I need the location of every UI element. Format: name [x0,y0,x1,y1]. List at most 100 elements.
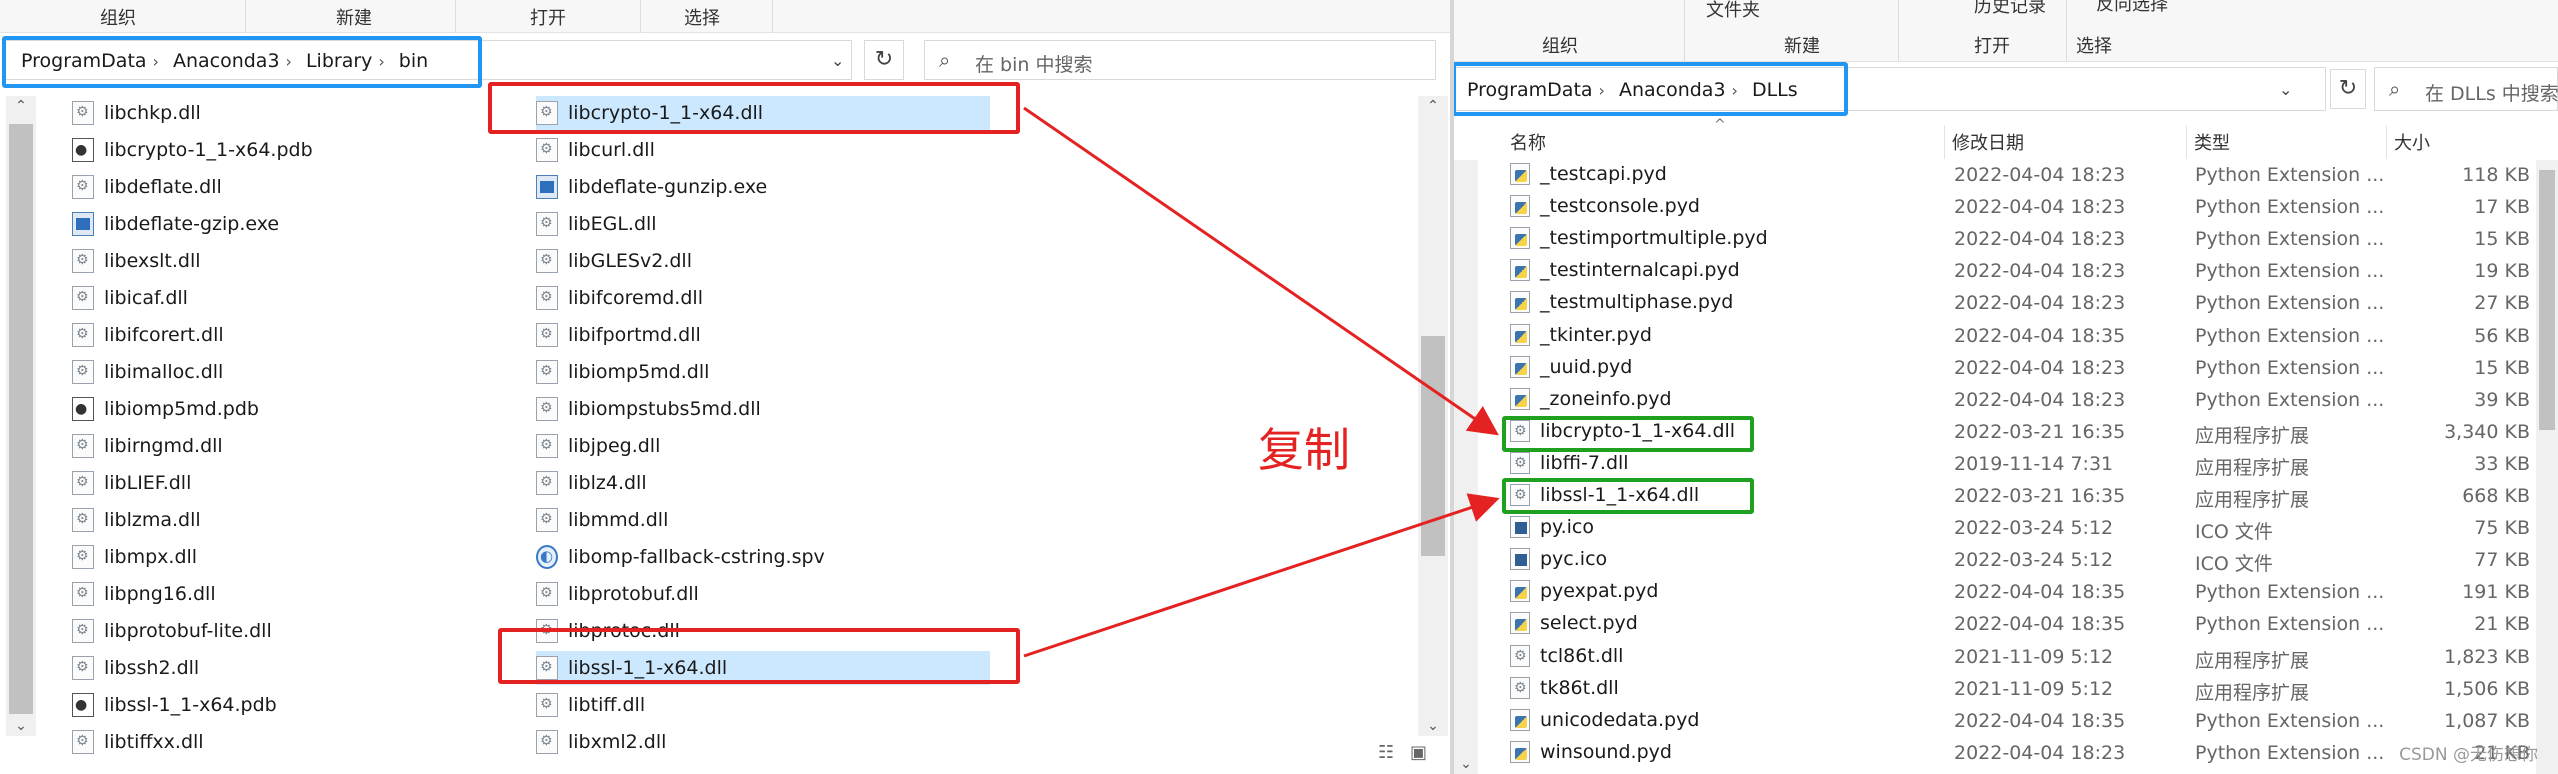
details-view-icon[interactable]: ☷ [1378,742,1394,763]
file-item[interactable]: libtiff.dll [536,688,990,722]
table-row[interactable]: pyc.ico 2022-03-24 5:12 ICO 文件 77 KB [1454,545,2530,577]
refresh-button[interactable]: ↻ [2330,69,2366,109]
search-input[interactable]: ⌕ 在 bin 中搜索 [924,40,1436,80]
scroll-down-icon[interactable]: ⌄ [6,718,36,734]
table-row[interactable]: _testcapi.pyd 2022-04-04 18:23 Python Exte… [1454,160,2530,192]
file-item[interactable]: libifportmd.dll [536,318,990,352]
scrollbar-thumb[interactable] [1421,336,1445,556]
file-item[interactable]: libdeflate-gzip.exe [72,207,452,241]
scroll-up-icon[interactable]: ⌃ [1418,98,1448,114]
file-item[interactable]: libLIEF.dll [72,466,452,500]
refresh-button[interactable]: ↻ [864,40,904,80]
file-item[interactable]: libmpx.dll [72,540,452,574]
file-item[interactable]: libdeflate.dll [72,170,452,204]
left-nav-scrollbar[interactable]: ⌄ [1454,160,1478,774]
ribbon-group-open[interactable]: 打开 [530,4,566,30]
ribbon-group-select[interactable]: 选择 [684,4,720,30]
column-header-type[interactable]: 类型 [2194,129,2230,155]
file-item[interactable]: libexslt.dll [72,244,452,278]
table-row[interactable]: _testconsole.pyd 2022-04-04 18:23 Python E… [1454,192,2530,224]
file-item[interactable]: libifcoremd.dll [536,281,990,315]
table-row[interactable]: _testmultiphase.pyd 2022-04-04 18:23 Pytho… [1454,288,2530,320]
ribbon-group-new[interactable]: 新建 [336,4,372,30]
file-item[interactable]: libprotoc.dll [536,614,990,648]
file-item[interactable]: libcurl.dll [536,133,990,167]
ribbon-history-button[interactable]: 历史记录 [1974,0,2046,18]
file-item[interactable]: libomp-fallback-cstring.spv [536,540,990,574]
ribbon-group-organize[interactable]: 组织 [1542,32,1578,58]
table-row[interactable]: _tkinter.pyd 2022-04-04 18:35 Python Exten… [1454,321,2530,353]
file-item[interactable]: libdeflate-gunzip.exe [536,170,990,204]
table-row[interactable]: _testinternalcapi.pyd 2022-04-04 18:23 Pyt… [1454,256,2530,288]
file-item[interactable]: libtiffxx.dll [72,725,452,759]
file-item[interactable]: libmmd.dll [536,503,990,537]
file-item[interactable]: libiomp5md.pdb [72,392,452,426]
ribbon-file-content[interactable]: 文件夹 [1706,0,1760,22]
breadcrumb-programdata[interactable]: ProgramData [1467,79,1593,101]
column-separator[interactable] [2386,125,2387,159]
file-item[interactable]: libprotobuf-lite.dll [72,614,452,648]
file-list-scrollbar[interactable] [2536,160,2558,774]
scroll-down-icon[interactable]: ⌄ [1454,756,1478,772]
scroll-up-icon[interactable]: ⌃ [6,98,36,114]
file-item[interactable]: libssl-1_1-x64.dll [536,651,990,685]
breadcrumb-bin[interactable]: bin [399,50,428,72]
file-item[interactable]: libssl-1_1-x64.pdb [72,688,452,722]
table-row[interactable]: select.pyd 2022-04-04 18:35 Python Extensi… [1454,609,2530,641]
table-row[interactable]: libssl-1_1-x64.dll 2022-03-21 16:35 应用程序扩展… [1454,481,2530,513]
file-item[interactable]: libifcorert.dll [72,318,452,352]
table-row[interactable]: py.ico 2022-03-24 5:12 ICO 文件 75 KB [1454,513,2530,545]
column-separator[interactable] [2186,125,2187,159]
breadcrumb-anaconda3[interactable]: Anaconda3 [173,50,280,72]
address-bar[interactable]: ProgramData › Anaconda3 › Library › bin ⌄ [4,40,852,80]
address-bar[interactable]: ProgramData › Anaconda3 › DLLs ⌄ [1454,67,2326,111]
file-item[interactable]: libcrypto-1_1-x64.pdb [72,133,452,167]
table-row[interactable]: _uuid.pyd 2022-04-04 18:23 Python Extensio… [1454,353,2530,385]
column-header-name[interactable]: 名称 [1510,129,1546,155]
file-item[interactable]: libicaf.dll [72,281,452,315]
file-item[interactable]: libchkp.dll [72,96,452,130]
large-icons-view-icon[interactable]: ▣ [1410,742,1427,763]
table-row[interactable]: unicodedata.pyd 2022-04-04 18:35 Python Ex… [1454,706,2530,738]
table-row[interactable]: libffi-7.dll 2019-11-14 7:31 应用程序扩展 33 KB [1454,449,2530,481]
column-header-date[interactable]: 修改日期 [1952,129,2024,155]
scrollbar-thumb[interactable] [9,124,33,714]
file-item[interactable]: libiomp5md.dll [536,355,990,389]
column-header-size[interactable]: 大小 [2394,129,2430,155]
file-item[interactable]: libEGL.dll [536,207,990,241]
ribbon-group-select[interactable]: 选择 [2076,32,2112,58]
table-row[interactable]: tk86t.dll 2021-11-09 5:12 应用程序扩展 1,506 KB [1454,674,2530,706]
table-row[interactable]: pyexpat.pyd 2022-04-04 18:35 Python Extens… [1454,577,2530,609]
table-row[interactable]: _testimportmultiple.pyd 2022-04-04 18:23 P… [1454,224,2530,256]
file-item[interactable]: libirngmd.dll [72,429,452,463]
column-separator[interactable] [1944,125,1945,159]
ribbon-group-new[interactable]: 新建 [1784,32,1820,58]
breadcrumb-dlls[interactable]: DLLs [1752,79,1798,101]
breadcrumb-library[interactable]: Library [306,50,372,72]
ribbon-group-open[interactable]: 打开 [1974,32,2010,58]
file-item[interactable]: liblz4.dll [536,466,990,500]
chevron-down-icon[interactable]: ⌄ [2279,80,2292,99]
scroll-down-icon[interactable]: ⌄ [1418,718,1448,734]
file-item[interactable]: libxml2.dll [536,725,990,759]
file-item[interactable]: libssh2.dll [72,651,452,685]
file-item[interactable]: libimalloc.dll [72,355,452,389]
breadcrumb-anaconda3[interactable]: Anaconda3 [1619,79,1726,101]
table-row[interactable]: libcrypto-1_1-x64.dll 2022-03-21 16:35 应用程… [1454,417,2530,449]
file-item[interactable]: libjpeg.dll [536,429,990,463]
table-row[interactable]: _zoneinfo.pyd 2022-04-04 18:23 Python Exte… [1454,385,2530,417]
search-input[interactable]: ⌕ 在 DLLs 中搜索 [2374,67,2558,111]
file-list-scrollbar[interactable]: ⌃ ⌄ [1418,96,1448,736]
file-item[interactable]: libGLESv2.dll [536,244,990,278]
file-item[interactable]: libprotobuf.dll [536,577,990,611]
table-row[interactable]: tcl86t.dll 2021-11-09 5:12 应用程序扩展 1,823 KB [1454,642,2530,674]
table-row[interactable]: winsound.pyd 2022-04-04 18:23 Python Exten… [1454,738,2530,770]
file-item[interactable]: libcrypto-1_1-x64.dll [536,96,990,130]
left-nav-scrollbar[interactable]: ⌃ ⌄ [6,96,36,736]
file-item[interactable]: liblzma.dll [72,503,452,537]
ribbon-reverse-select-button[interactable]: 反向选择 [2096,0,2168,16]
breadcrumb-programdata[interactable]: ProgramData [21,50,147,72]
scrollbar-thumb[interactable] [2539,170,2555,430]
file-item[interactable]: libiompstubs5md.dll [536,392,990,426]
file-item[interactable]: libpng16.dll [72,577,452,611]
